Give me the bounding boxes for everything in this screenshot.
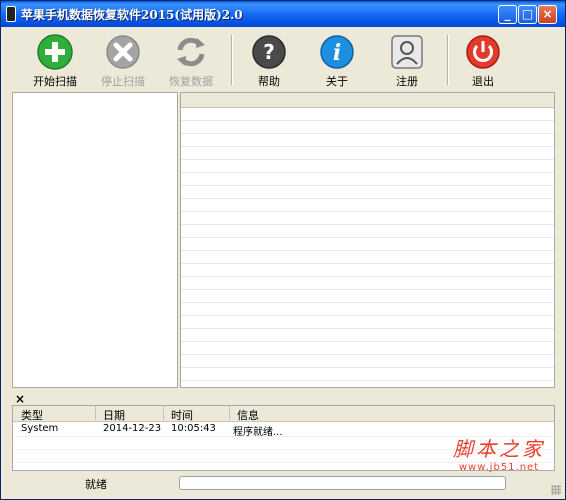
column-type[interactable]: 类型 (21, 407, 43, 423)
log-time-cell: 10:05:43 (171, 423, 216, 434)
help-button[interactable]: ? 帮助 (237, 29, 301, 91)
about-label: 关于 (326, 75, 348, 88)
help-label: 帮助 (258, 75, 280, 88)
column-message[interactable]: 信息 (237, 407, 259, 423)
register-label: 注册 (396, 75, 418, 88)
file-list-rows (181, 108, 554, 387)
log-table-header: 类型 日期 时间 信息 (13, 406, 554, 422)
svg-text:?: ? (263, 40, 275, 64)
app-icon (6, 6, 16, 22)
help-icon: ? (252, 35, 286, 69)
recover-data-button[interactable]: 恢复数据 (159, 29, 223, 91)
minimize-button[interactable]: _ (498, 5, 517, 24)
toolbar-separator (231, 35, 233, 85)
power-icon (466, 35, 500, 69)
log-date-cell: 2014-12-23 (103, 423, 162, 434)
register-button[interactable]: 注册 (375, 29, 439, 91)
log-type-cell: System (21, 423, 59, 434)
svg-text:i: i (333, 40, 341, 66)
file-list-panel[interactable] (180, 92, 555, 388)
toolbar: 开始扫描 停止扫描 恢复数据 ? 帮助 i 关于 注册 退出 (5, 29, 561, 91)
close-button[interactable]: × (538, 5, 557, 24)
maximize-button[interactable]: □ (518, 5, 537, 24)
exit-button[interactable]: 退出 (451, 29, 515, 91)
file-list-header (181, 93, 554, 108)
stop-icon (106, 35, 140, 69)
window-title: 苹果手机数据恢复软件2015(试用版)2.0 (21, 8, 243, 22)
watermark: 脚本之家 www.jb51.net (433, 433, 565, 473)
log-close-button[interactable]: × (15, 392, 25, 406)
plus-icon (37, 34, 73, 70)
title-bar: 苹果手机数据恢复软件2015(试用版)2.0 _ □ × (1, 1, 565, 27)
watermark-url: www.jb51.net (458, 462, 540, 473)
status-text: 就绪 (85, 478, 107, 491)
resize-grip[interactable] (551, 485, 561, 495)
column-time[interactable]: 时间 (171, 407, 193, 423)
device-tree-panel[interactable] (12, 92, 178, 388)
app-window: 苹果手机数据恢复软件2015(试用版)2.0 _ □ × 开始扫描 停止扫描 恢… (0, 0, 566, 500)
recover-data-label: 恢复数据 (169, 75, 213, 88)
progress-bar (179, 476, 506, 490)
status-bar: 就绪 (1, 473, 565, 499)
stop-scan-button[interactable]: 停止扫描 (91, 29, 155, 91)
start-scan-button[interactable]: 开始扫描 (23, 29, 87, 91)
user-icon (391, 35, 423, 69)
about-button[interactable]: i 关于 (305, 29, 369, 91)
stop-scan-label: 停止扫描 (101, 75, 145, 88)
column-date[interactable]: 日期 (103, 407, 125, 423)
refresh-icon (177, 37, 205, 67)
watermark-text: 脚本之家 (453, 437, 545, 461)
info-icon: i (320, 35, 354, 69)
exit-label: 退出 (472, 75, 494, 88)
toolbar-separator (447, 35, 449, 85)
start-scan-label: 开始扫描 (33, 75, 77, 88)
